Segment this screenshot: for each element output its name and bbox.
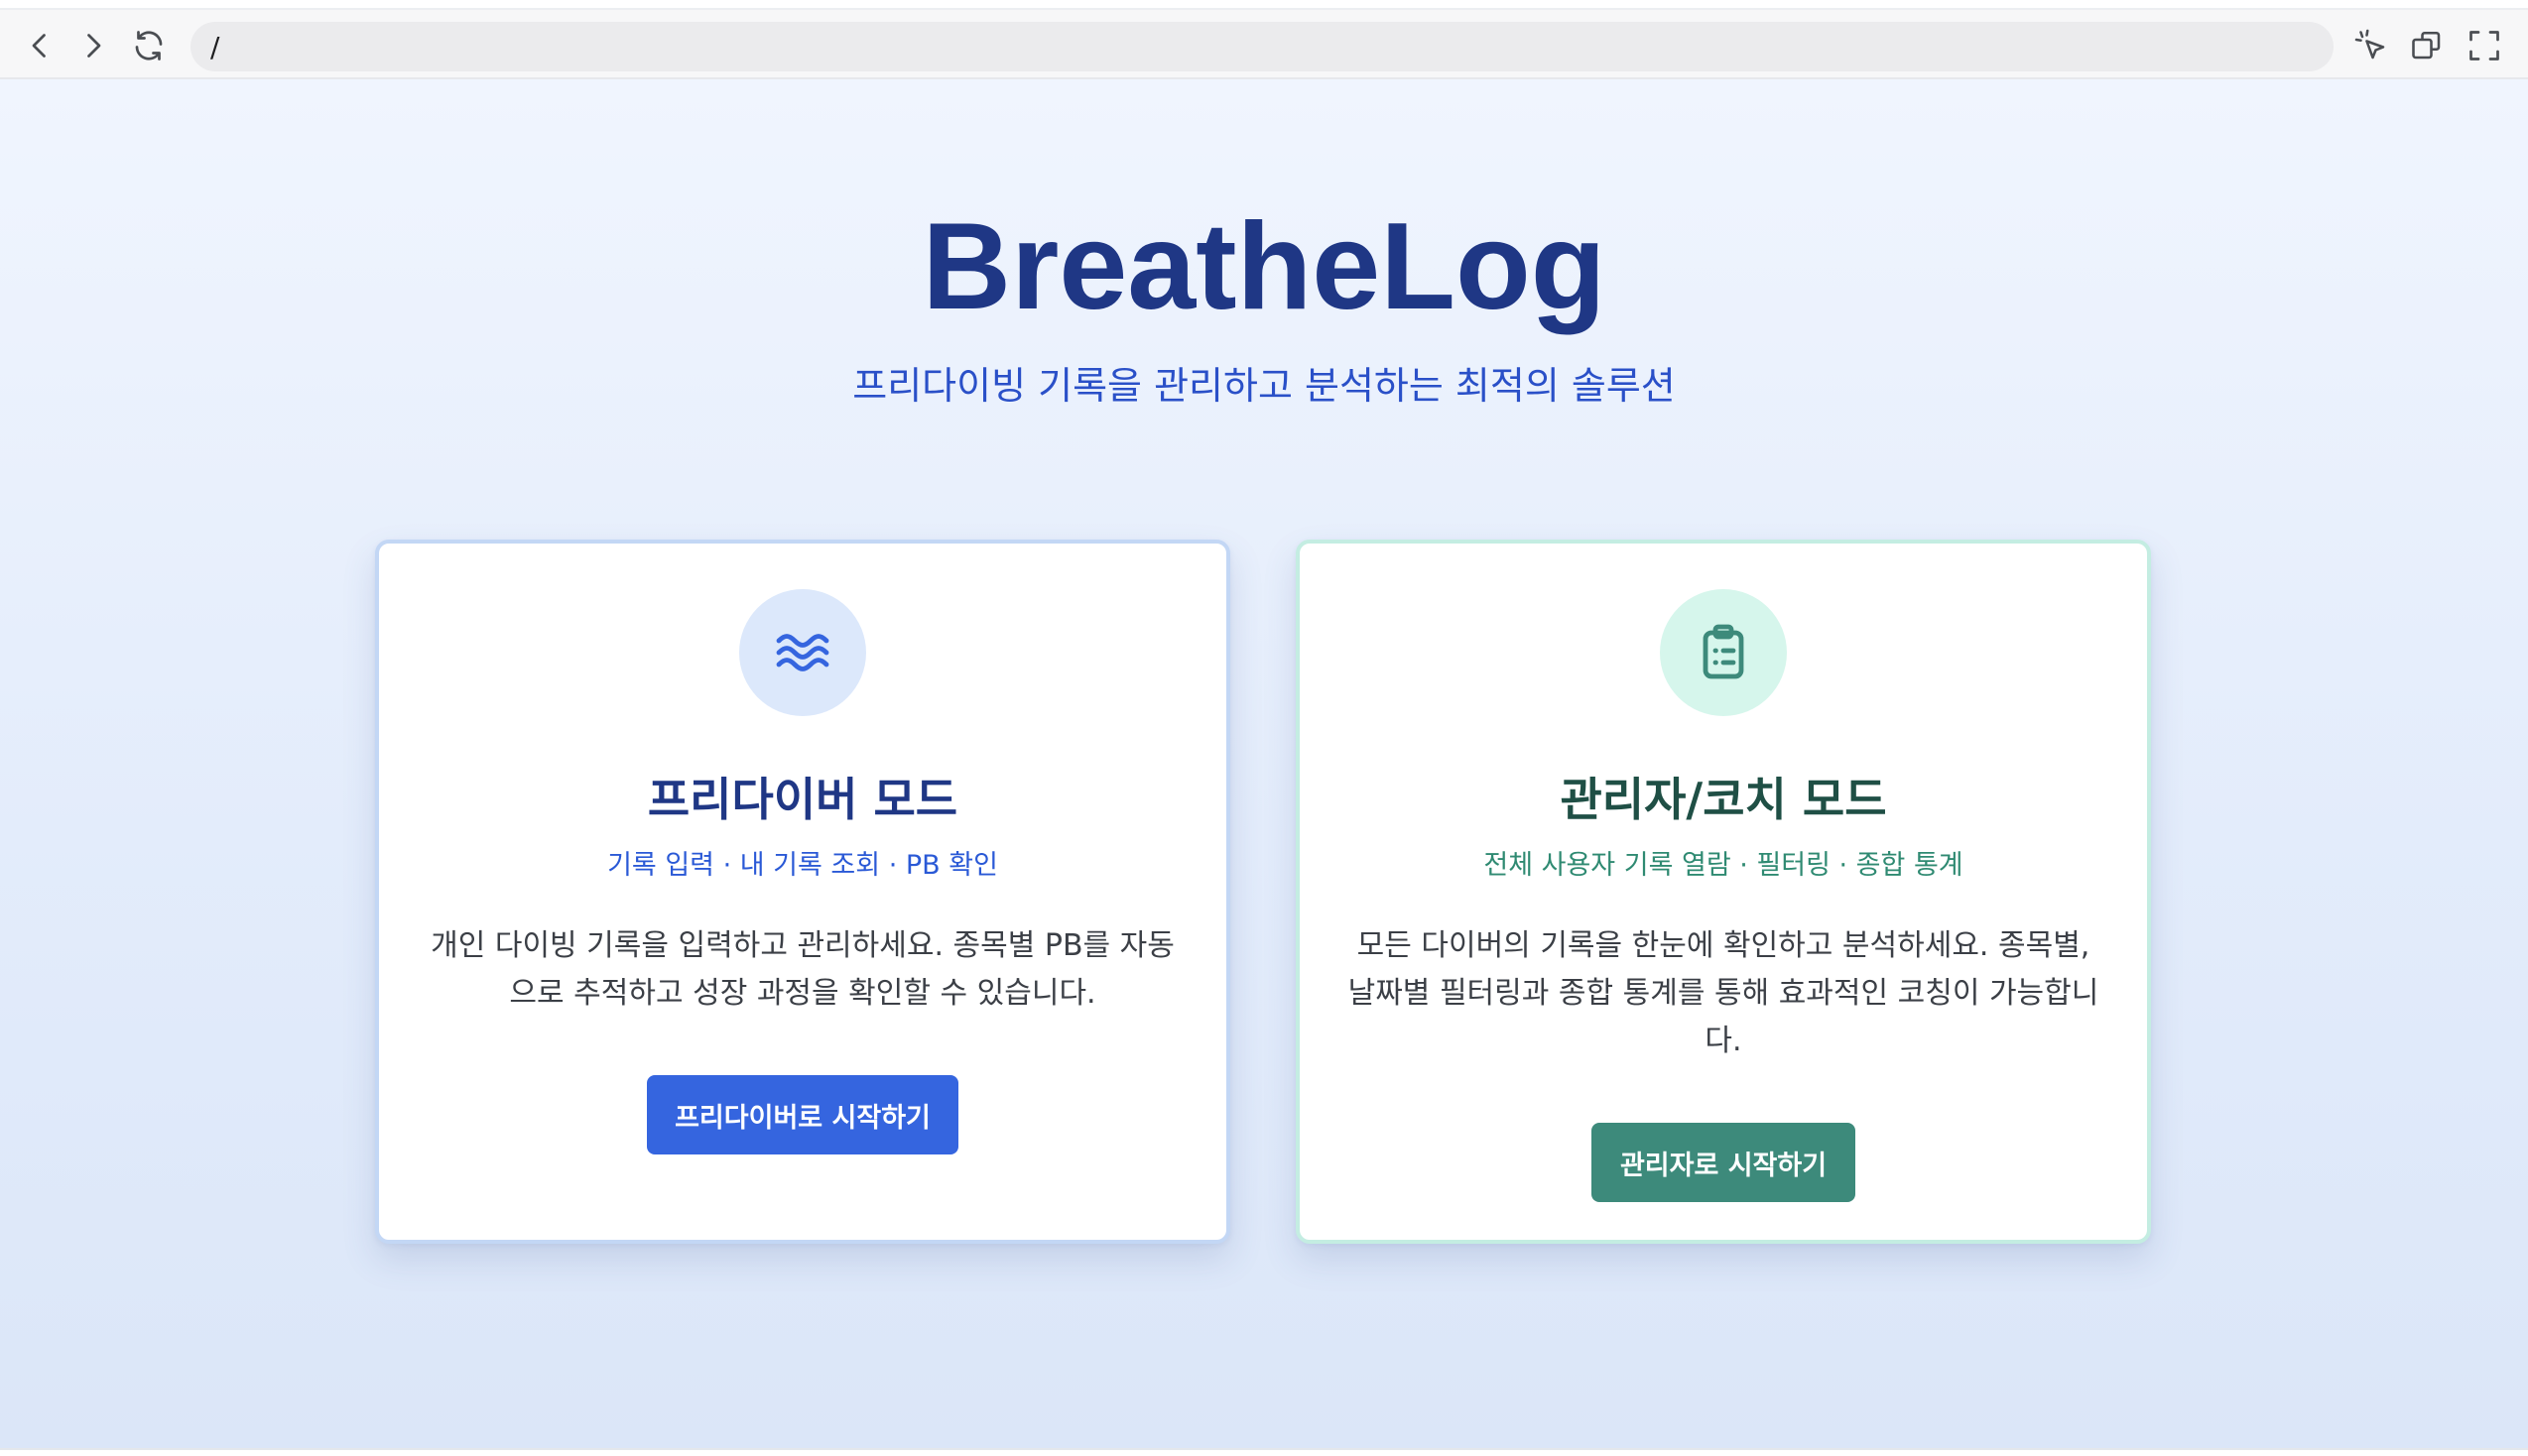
diver-mode-tagline: 기록 입력 · 내 기록 조회 · PB 확인 (607, 850, 998, 881)
chevron-right-icon (87, 34, 101, 58)
duplicate-window-icon (2412, 31, 2441, 60)
diver-icon-badge (739, 589, 866, 716)
fullscreen-icon (2469, 31, 2499, 61)
chevron-left-icon (32, 34, 46, 58)
diver-mode-card: 프리다이버 모드 기록 입력 · 내 기록 조회 · PB 확인 개인 다이빙 … (375, 540, 1230, 1244)
cursor-click-icon (2354, 29, 2385, 60)
browser-toolbar: / (0, 8, 2528, 79)
browser-window: / BreatheLog 프리다이빙 기록을 관리하고 분석하는 최적의 솔루션 (0, 0, 2528, 1456)
forward-button[interactable] (69, 22, 117, 69)
fullscreen-button[interactable] (2461, 22, 2508, 69)
pointer-tool-button[interactable] (2347, 22, 2395, 69)
admin-mode-tagline: 전체 사용자 기록 열람 · 필터링 · 종합 통계 (1483, 850, 1963, 881)
app-title: BreatheLog (922, 198, 1606, 335)
admin-mode-card: 관리자/코치 모드 전체 사용자 기록 열람 · 필터링 · 종합 통계 모든 … (1296, 540, 2151, 1244)
admin-mode-description: 모든 다이버의 기록을 한눈에 확인하고 분석하세요. 종목별, 날짜별 필터링… (1347, 928, 2099, 1058)
clipboard-list-icon (1703, 624, 1744, 679)
admin-mode-title: 관리자/코치 모드 (1560, 773, 1887, 826)
diver-mode-title: 프리다이버 모드 (647, 773, 958, 826)
start-as-admin-button[interactable]: 관리자로 시작하기 (1591, 1123, 1855, 1202)
address-bar[interactable]: / (190, 22, 2334, 71)
reload-icon (135, 31, 163, 61)
waves-icon (776, 634, 829, 671)
address-text: / (210, 30, 220, 63)
page-viewport: BreatheLog 프리다이빙 기록을 관리하고 분석하는 최적의 솔루션 프… (0, 79, 2528, 1448)
diver-mode-description: 개인 다이빙 기록을 입력하고 관리하세요. 종목별 PB를 자동으로 추적하고… (431, 928, 1175, 1011)
admin-icon-badge (1660, 589, 1787, 716)
back-button[interactable] (16, 22, 63, 69)
start-as-diver-button[interactable]: 프리다이버로 시작하기 (647, 1075, 958, 1154)
reload-button[interactable] (125, 22, 173, 69)
app-subtitle: 프리다이빙 기록을 관리하고 분석하는 최적의 솔루션 (852, 364, 1676, 408)
window-button[interactable] (2403, 22, 2451, 69)
window-bottom-edge (0, 1448, 2528, 1456)
